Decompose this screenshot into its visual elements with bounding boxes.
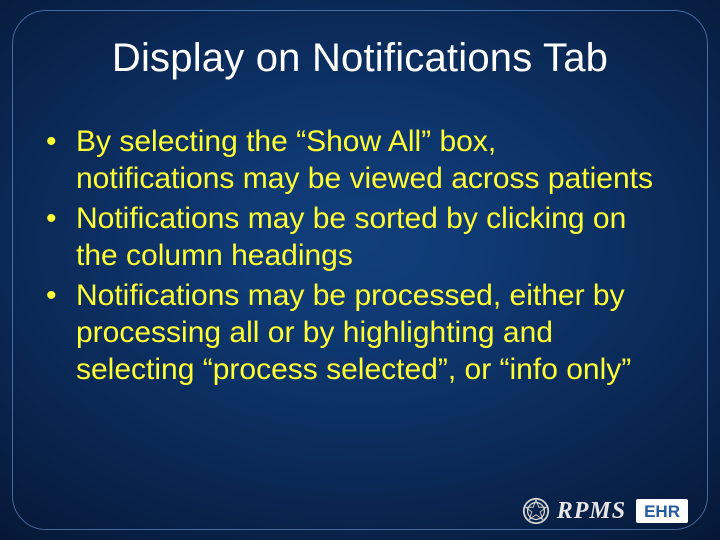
list-item: Notifications may be sorted by clicking … <box>42 201 660 274</box>
list-item: By selecting the “Show All” box, notific… <box>42 124 660 197</box>
rpms-seal-icon <box>521 496 551 526</box>
bullet-list: By selecting the “Show All” box, notific… <box>42 124 660 388</box>
slide-title: Display on Notifications Tab <box>0 36 720 81</box>
slide: Display on Notifications Tab By selectin… <box>0 0 720 540</box>
ehr-badge: EHR <box>636 499 688 523</box>
bullet-text: Notifications may be sorted by clicking … <box>76 202 626 272</box>
footer-logo: RPMS EHR <box>521 496 688 526</box>
list-item: Notifications may be processed, either b… <box>42 278 660 388</box>
bullet-text: Notifications may be processed, either b… <box>76 279 631 385</box>
slide-body: By selecting the “Show All” box, notific… <box>42 124 660 392</box>
bullet-text: By selecting the “Show All” box, notific… <box>76 125 653 195</box>
rpms-logo-text: RPMS <box>557 499 626 523</box>
